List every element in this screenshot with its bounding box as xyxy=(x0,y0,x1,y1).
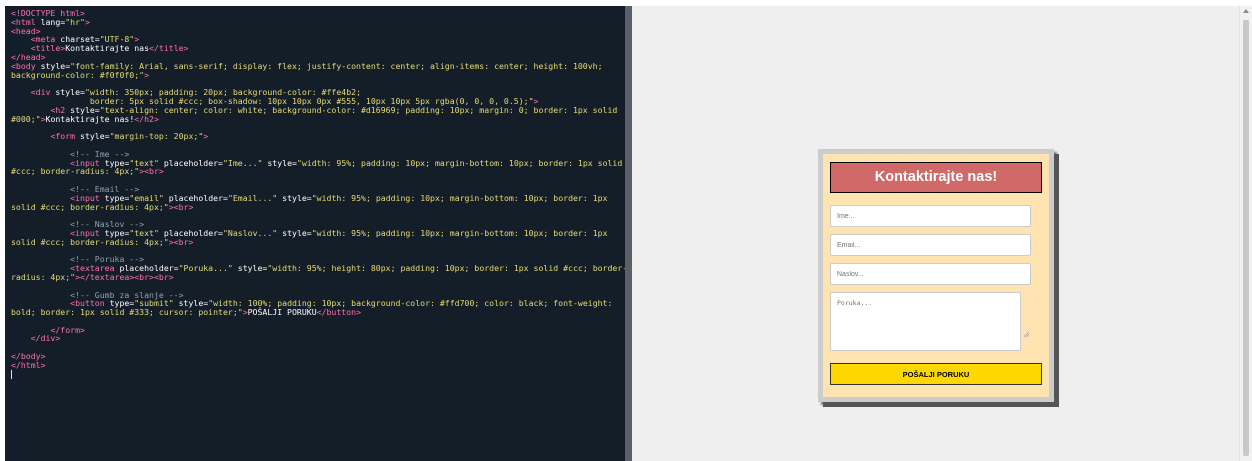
code-token: #000;" xyxy=(11,113,41,124)
code-token: Kontaktirajte nas! xyxy=(45,113,135,124)
code-token: "Naslov..." xyxy=(223,227,278,238)
code-line xyxy=(11,369,625,379)
send-message-button[interactable]: POŠALJI PORUKU xyxy=(830,363,1042,385)
code-token: #ccc; border-radius: 4px;" xyxy=(11,166,140,177)
code-token: Kontaktirajte nas xyxy=(65,43,150,54)
name-input[interactable] xyxy=(830,205,1032,227)
code-line: </body> xyxy=(11,352,625,361)
code-token: solid #ccc; border-radius: 4px;" xyxy=(11,236,169,247)
code-token: "width: 95%; padding: 10px; margin-botto… xyxy=(296,157,623,168)
vertical-scrollbar[interactable] xyxy=(1239,6,1252,461)
code-token: </title> xyxy=(149,43,189,54)
code-token: </html> xyxy=(11,359,46,370)
code-token: ></textarea><br><br> xyxy=(75,271,174,282)
contact-title: Kontaktirajte nas! xyxy=(830,162,1042,193)
code-line: solid #ccc; border-radius: 4px;"><br> xyxy=(11,201,625,212)
code-token: "Email..." xyxy=(227,192,278,203)
code-line: radius: 4px;"></textarea><br><br> xyxy=(11,273,625,282)
code-token: "width: 95%; padding: 10px; margin-botto… xyxy=(311,227,608,238)
code-token: ><br> xyxy=(139,166,164,177)
subject-input[interactable] xyxy=(830,263,1032,285)
code-editor[interactable]: <!DOCTYPE html> <html lang="hr"> <head> <m… xyxy=(5,6,625,461)
code-token: </h2> xyxy=(134,113,159,124)
code-line: #000;">Kontaktirajte nas!</h2> xyxy=(11,113,625,124)
code-line: #ccc; border-radius: 4px;"><br> xyxy=(11,167,625,176)
scrollbar-thumb[interactable] xyxy=(1243,20,1249,456)
resize-grip-icon[interactable] xyxy=(1024,332,1030,337)
code-token: style= xyxy=(232,263,268,274)
code-token: style= xyxy=(80,131,110,142)
code-token: lang= xyxy=(40,16,66,27)
email-input[interactable] xyxy=(830,234,1032,256)
code-token: solid #ccc; border-radius: 4px;" xyxy=(11,201,169,212)
code-line: </html> xyxy=(11,359,625,370)
code-token: <form xyxy=(50,131,81,142)
code-token: ><br> xyxy=(168,236,194,247)
code-token: style= xyxy=(277,227,312,238)
code-token: > xyxy=(84,16,90,27)
code-token: "Poruka..." xyxy=(178,263,233,274)
code-token: bold; border: 1px solid #333; cursor: po… xyxy=(11,307,243,318)
message-wrapper xyxy=(830,292,1031,351)
contact-form: POŠALJI PORUKU xyxy=(830,205,1042,385)
code-line: <html lang="hr"> xyxy=(11,16,625,27)
contact-card: Kontaktirajte nas! POŠALJI PORUKU xyxy=(818,149,1054,402)
code-token: "hr" xyxy=(65,16,85,27)
code-token: placeholder= xyxy=(158,157,223,168)
code-token: POŠALJI PORUKU xyxy=(247,307,317,318)
preview-pane: Kontaktirajte nas! POŠALJI PORUKU xyxy=(632,6,1239,461)
code-line: <!DOCTYPE html> xyxy=(11,9,625,18)
code-token: style= xyxy=(277,192,312,203)
code-token: > xyxy=(144,69,150,80)
code-line: </form> xyxy=(11,325,625,335)
code-token: "width: 95%; height: 80px; padding: 10px… xyxy=(267,263,625,274)
code-line: </div> xyxy=(11,334,625,343)
code-line: solid #ccc; border-radius: 4px;"><br> xyxy=(11,236,625,247)
code-token: "Ime..." xyxy=(223,157,263,168)
scroll-up-arrow-icon[interactable] xyxy=(1243,9,1249,13)
code-line: bold; border: 1px solid #333; cursor: po… xyxy=(11,308,625,317)
code-line: background-color: #f0f0f0;"> xyxy=(11,69,625,80)
message-textarea[interactable] xyxy=(830,292,1022,351)
code-token: style= xyxy=(262,157,297,168)
code-token: background-color: #f0f0f0;" xyxy=(11,69,145,80)
code-token: "width: 95%; padding: 10px; margin-botto… xyxy=(311,192,608,203)
code-token: "text-align: center; color: white; backg… xyxy=(99,104,618,115)
code-token: radius: 4px;" xyxy=(11,271,76,282)
pane-divider[interactable] xyxy=(625,6,632,461)
code-token: > xyxy=(203,131,209,142)
code-line: <title>Kontaktirajte nas</title> xyxy=(11,44,625,53)
text-caret xyxy=(11,369,12,379)
code-token: ><br> xyxy=(168,201,194,212)
code-token: </button> xyxy=(316,307,362,318)
code-token: </div> xyxy=(30,333,61,344)
app-window: <!DOCTYPE html> <html lang="hr"> <head> <m… xyxy=(0,0,1252,461)
code-token: "font-family: Arial, sans-serif; display… xyxy=(70,60,603,71)
code-line: <form style="margin-top: 20px;"> xyxy=(11,132,625,141)
code-token: "margin-top: 20px;" xyxy=(109,131,204,142)
